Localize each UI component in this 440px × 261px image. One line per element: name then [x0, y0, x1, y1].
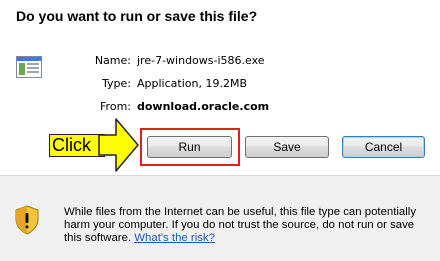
whats-the-risk-link[interactable]: What's the risk?	[134, 232, 215, 244]
arrow-right-icon	[98, 118, 139, 172]
warning-text: While files from the Internet can be use…	[64, 206, 417, 244]
type-label: Type:	[102, 77, 131, 90]
from-label: From:	[100, 100, 131, 113]
warning-message: While files from the Internet can be use…	[64, 206, 434, 245]
file-source-value: download.oracle.com	[137, 100, 270, 113]
cancel-button[interactable]: Cancel	[342, 136, 425, 158]
application-file-icon	[16, 56, 42, 78]
file-type-value: Application, 19.2MB	[137, 77, 247, 90]
save-button[interactable]: Save	[245, 136, 329, 158]
security-shield-icon	[15, 205, 39, 235]
dialog-title: Do you want to run or save this file?	[16, 8, 258, 24]
name-label: Name:	[94, 54, 131, 67]
click-annotation-label: Click	[49, 134, 105, 157]
file-name-value: jre-7-windows-i586.exe	[137, 54, 265, 67]
run-button[interactable]: Run	[147, 136, 232, 158]
